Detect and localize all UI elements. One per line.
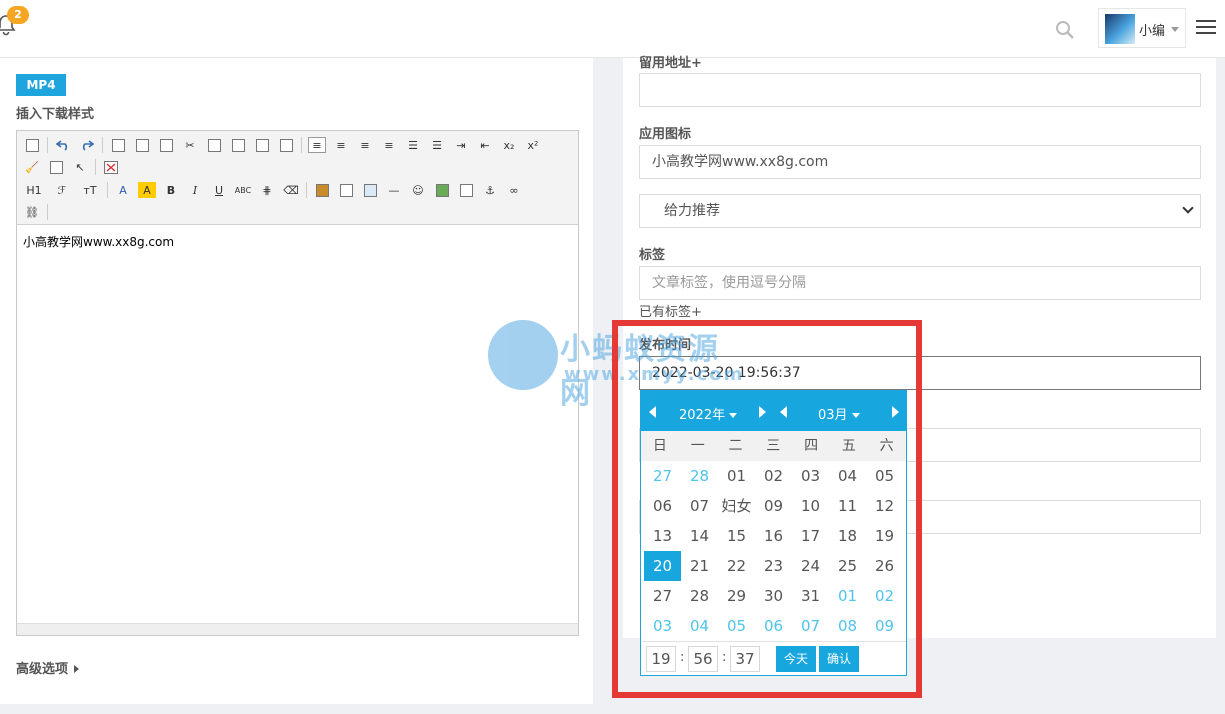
unlink-icon[interactable]: ⛓: [23, 204, 41, 220]
bold-icon[interactable]: B: [162, 182, 180, 198]
paste-text-icon[interactable]: [253, 137, 271, 153]
font-family-icon[interactable]: ℱ: [51, 182, 73, 198]
chevron-right-icon: [74, 665, 80, 673]
advanced-options-label: 高级选项: [16, 662, 69, 677]
tags-label: 标签: [639, 248, 666, 263]
heading-icon[interactable]: H1: [23, 182, 45, 198]
highlight-box: [612, 320, 922, 698]
user-name: 小编: [1139, 24, 1166, 39]
page-break-icon[interactable]: [457, 182, 475, 198]
recommend-select[interactable]: 给力推荐: [639, 194, 1201, 228]
underline-icon[interactable]: U: [210, 182, 228, 198]
mp4-button[interactable]: MP4: [16, 74, 66, 96]
clear-format-icon[interactable]: 🧹: [23, 159, 41, 175]
horizontal-rule-icon[interactable]: —: [385, 182, 403, 198]
indent-icon[interactable]: ⇥: [452, 137, 470, 153]
table-icon[interactable]: [361, 182, 379, 198]
emoticon-icon[interactable]: ☺: [409, 182, 427, 198]
outdent-icon[interactable]: ⇤: [476, 137, 494, 153]
align-left-icon[interactable]: ≡: [308, 137, 326, 153]
select-all-icon[interactable]: [47, 159, 65, 175]
preview-icon[interactable]: [109, 137, 127, 153]
user-menu[interactable]: 小编: [1098, 8, 1186, 48]
code-icon[interactable]: [157, 137, 175, 153]
recommend-select-value: 给力推荐: [664, 203, 720, 219]
editor-resize-handle[interactable]: [17, 623, 578, 635]
ordered-list-icon[interactable]: ☰: [404, 137, 422, 153]
flash-icon[interactable]: [337, 182, 355, 198]
link-icon[interactable]: ∞: [505, 182, 523, 198]
chevron-down-icon: [1182, 202, 1194, 214]
align-justify-icon[interactable]: ≡: [380, 137, 398, 153]
redo-icon[interactable]: [78, 137, 96, 153]
top-bar: 2 小编: [0, 0, 1225, 58]
table-border-icon[interactable]: ⋕: [258, 182, 276, 198]
subscript-icon[interactable]: x₂: [500, 137, 518, 153]
select-cursor-icon[interactable]: ↖: [71, 159, 89, 175]
cut-icon[interactable]: ✂: [181, 137, 199, 153]
superscript-icon[interactable]: x²: [524, 137, 542, 153]
app-icon-input[interactable]: 小高教学网www.xx8g.com: [639, 145, 1201, 179]
template-icon[interactable]: [133, 137, 151, 153]
insert-download-style-label: 插入下载样式: [16, 107, 95, 122]
image-icon[interactable]: [313, 182, 331, 198]
app-icon-label: 应用图标: [639, 127, 692, 142]
existing-tags-link[interactable]: 已有标签+: [639, 301, 702, 320]
watermark-logo-icon: [488, 320, 558, 390]
copy-icon[interactable]: [205, 137, 223, 153]
url-input[interactable]: [639, 73, 1201, 107]
advanced-options-toggle[interactable]: 高级选项: [16, 658, 80, 677]
image-upload-icon[interactable]: [433, 182, 451, 198]
tags-input[interactable]: 文章标签，使用逗号分隔: [639, 266, 1201, 300]
strikethrough-icon[interactable]: ABC: [234, 182, 252, 198]
unordered-list-icon[interactable]: ☰: [428, 137, 446, 153]
align-right-icon[interactable]: ≡: [356, 137, 374, 153]
search-icon[interactable]: [1055, 20, 1075, 40]
paste-word-icon[interactable]: [277, 137, 295, 153]
paste-icon[interactable]: [229, 137, 247, 153]
chevron-down-icon: [1171, 27, 1179, 32]
menu-icon[interactable]: [1196, 20, 1216, 38]
undo-icon[interactable]: [54, 137, 72, 153]
font-color-icon[interactable]: A: [114, 182, 132, 198]
notification-badge: 2: [7, 6, 29, 24]
background-color-icon[interactable]: A: [138, 182, 156, 198]
anchor-icon[interactable]: ⚓: [481, 182, 499, 198]
eraser-icon[interactable]: ⌫: [282, 182, 300, 198]
font-size-icon[interactable]: тT: [79, 182, 101, 198]
avatar: [1105, 14, 1135, 44]
align-center-icon[interactable]: ≡: [332, 137, 350, 153]
editor-toolbar: ✂ ≡ ≡ ≡ ≡ ☰ ☰ ⇥ ⇤ x₂ x² 🧹 ↖ H1 ℱ тT A A …: [17, 131, 578, 225]
italic-icon[interactable]: I: [186, 182, 204, 198]
url-label[interactable]: 留用地址+: [639, 52, 702, 71]
fullscreen-icon[interactable]: [102, 159, 120, 175]
source-icon[interactable]: [23, 137, 41, 153]
editor-content[interactable]: 小高教学网www.xx8g.com: [23, 233, 174, 250]
